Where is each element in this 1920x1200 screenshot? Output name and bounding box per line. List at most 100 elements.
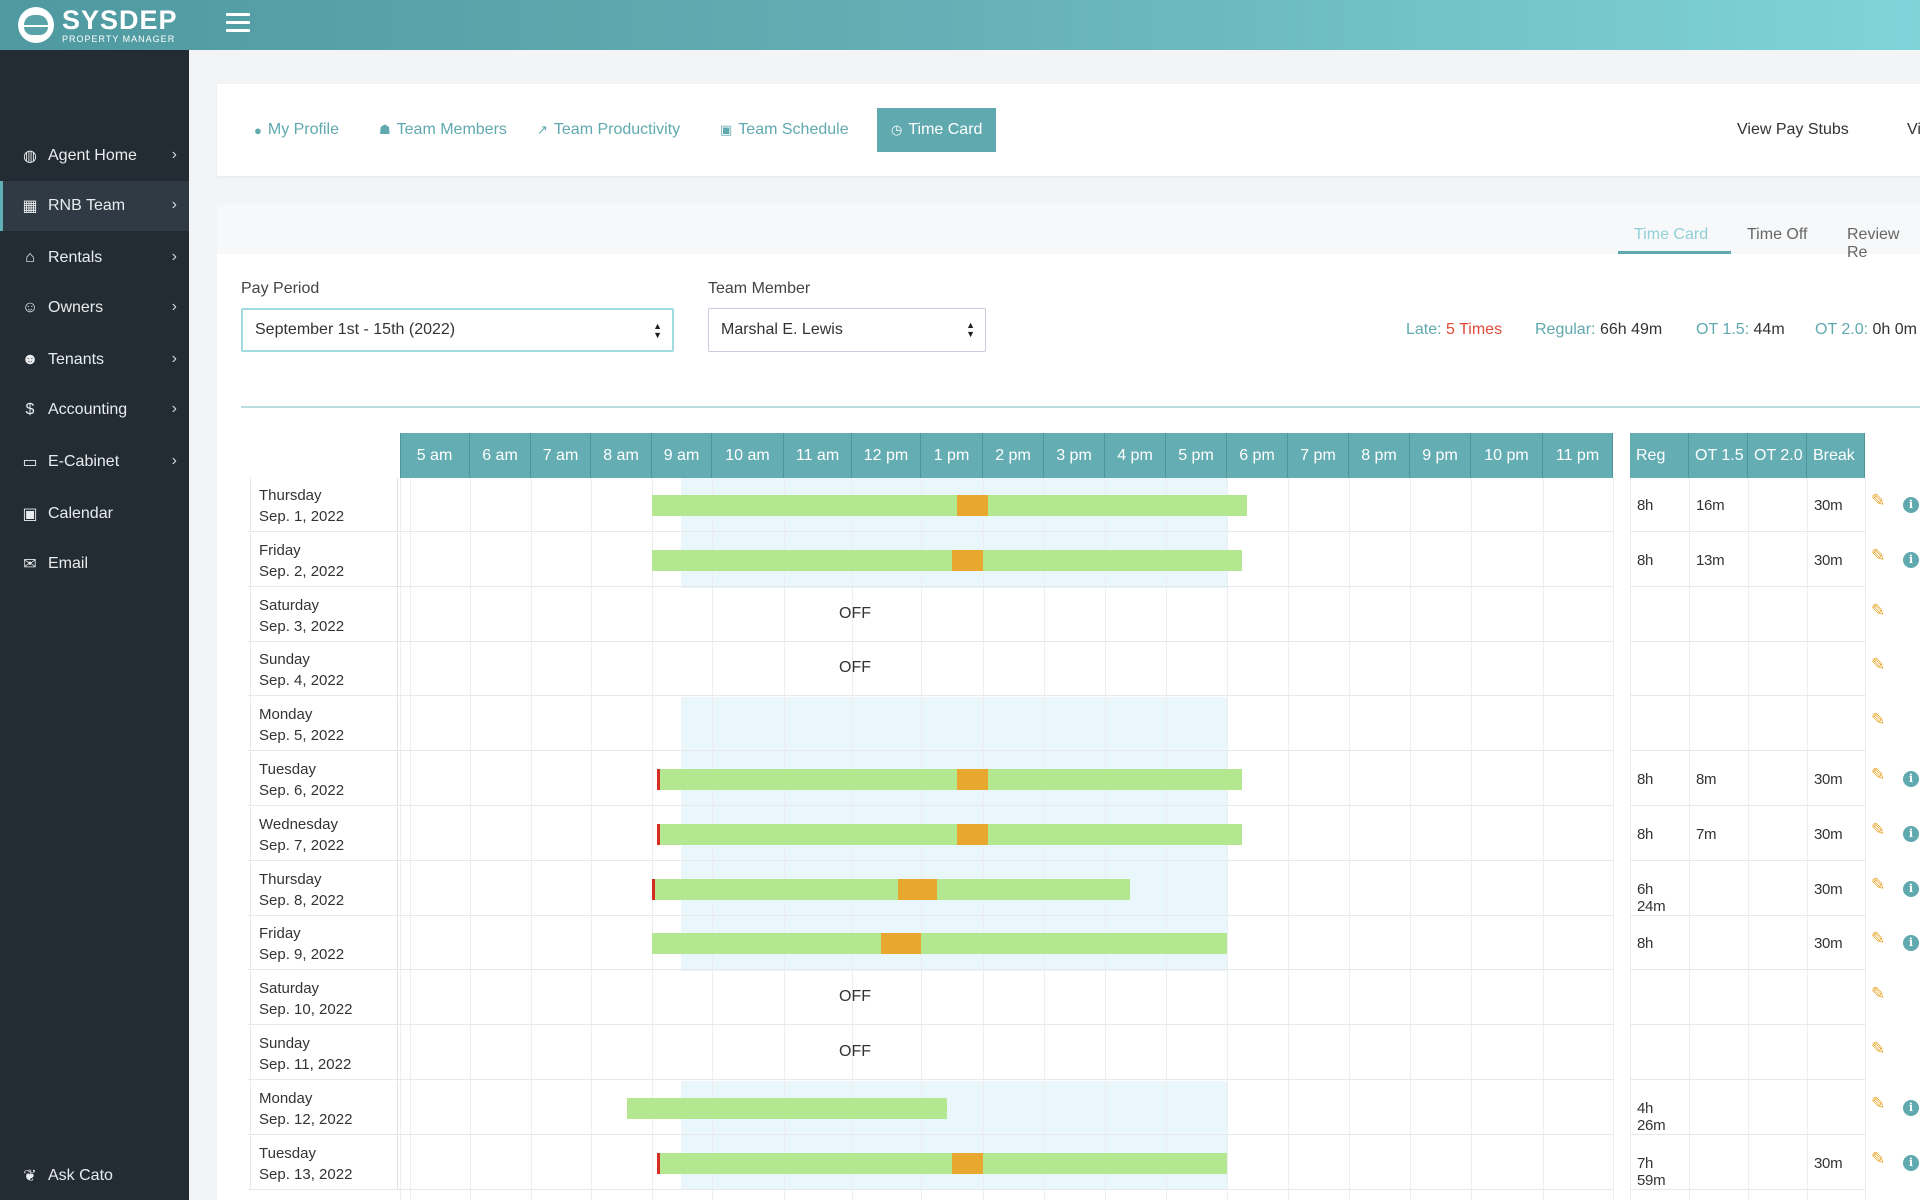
- break-time-bar[interactable]: [957, 495, 989, 516]
- break-time-bar[interactable]: [952, 549, 983, 571]
- tab-team-schedule[interactable]: ▣ Team Schedule: [706, 108, 863, 152]
- table-row: [248, 697, 1613, 752]
- edit-pencil-icon[interactable]: ✎: [1871, 766, 1889, 784]
- sidebar-item-rentals[interactable]: ⌂ Rentals ›: [0, 233, 189, 283]
- hour-header: 7 am: [531, 433, 591, 478]
- break-time-bar[interactable]: [898, 878, 937, 900]
- sidebar-item-ask-cato[interactable]: ❦ Ask Cato: [0, 1151, 189, 1200]
- sidebar-item-accounting[interactable]: $ Accounting ›: [0, 385, 189, 435]
- late-marker: [652, 878, 655, 900]
- sidebar-item-rnb-team[interactable]: ▦ RNB Team ›: [0, 181, 189, 231]
- info-icon[interactable]: i: [1903, 880, 1919, 897]
- day-date: Sep. 4, 2022: [259, 672, 345, 690]
- day-cell: Tuesday Sep. 6, 2022: [250, 752, 398, 806]
- break-time-bar[interactable]: [952, 1152, 983, 1174]
- tab-label: Time Card: [908, 121, 983, 138]
- regular-stat: Regular: 66h 49m: [1535, 321, 1662, 339]
- tab-my-profile[interactable]: ● My Profile: [240, 108, 353, 152]
- hour-header: 10 am: [712, 433, 784, 478]
- hour-header: 2 pm: [983, 433, 1044, 478]
- truncated-tab-link[interactable]: Vi: [1907, 108, 1920, 152]
- sidebar-item-calendar[interactable]: ▣ Calendar: [0, 489, 189, 539]
- day-cell: Thursday Sep. 1, 2022: [250, 478, 398, 532]
- break-time-bar[interactable]: [957, 769, 989, 790]
- worked-time-bar[interactable]: [652, 878, 1131, 900]
- subtab-review[interactable]: Review Re: [1847, 226, 1920, 262]
- day-name: Friday: [259, 925, 301, 943]
- brand-name: SYSDEP: [62, 4, 178, 35]
- tab-label: Team Productivity: [553, 121, 681, 138]
- day-cell: Friday Sep. 2, 2022: [250, 532, 398, 587]
- worked-time-bar[interactable]: [657, 1152, 1227, 1174]
- day-cell: Wednesday Sep. 7, 2022: [250, 806, 398, 861]
- pay-period-select[interactable]: September 1st - 15th (2022) ▲ ▼: [241, 308, 674, 352]
- info-icon[interactable]: i: [1903, 551, 1919, 568]
- worked-time-bar[interactable]: [652, 495, 1248, 516]
- home-icon: ⌂: [25, 249, 35, 266]
- summary-brk: 30m: [1814, 935, 1843, 953]
- day-name: Sunday: [259, 1035, 310, 1052]
- info-icon[interactable]: i: [1903, 1099, 1919, 1116]
- edit-pencil-icon[interactable]: ✎: [1871, 1040, 1889, 1058]
- edit-pencil-icon[interactable]: ✎: [1871, 601, 1889, 620]
- info-icon[interactable]: i: [1903, 497, 1919, 513]
- edit-pencil-icon[interactable]: ✎: [1871, 875, 1889, 894]
- summary-brk: 30m: [1814, 551, 1843, 569]
- day-date: Sep. 6, 2022: [259, 782, 345, 799]
- subtab-time-off[interactable]: Time Off: [1747, 226, 1807, 244]
- edit-pencil-icon[interactable]: ✎: [1871, 1094, 1889, 1113]
- tab-time-card[interactable]: ◷ Time Card: [877, 108, 997, 152]
- sidebar-item-email[interactable]: ✉ Email: [0, 539, 189, 589]
- hour-header: 5 am: [400, 433, 470, 478]
- sidebar-item-label: Accounting: [48, 401, 128, 418]
- edit-pencil-icon[interactable]: ✎: [1871, 492, 1889, 510]
- sidebar-item-tenants[interactable]: ☻ Tenants ›: [0, 335, 189, 385]
- day-cell: Sunday Sep. 11, 2022: [250, 1026, 398, 1080]
- worked-time-bar[interactable]: [652, 549, 1243, 571]
- edit-pencil-icon[interactable]: ✎: [1871, 711, 1889, 729]
- subtab-time-card[interactable]: Time Card: [1634, 226, 1708, 244]
- worked-time-bar[interactable]: [657, 769, 1243, 790]
- day-name: Tuesday: [259, 1144, 316, 1162]
- info-icon[interactable]: i: [1903, 825, 1919, 842]
- sidebar-item-e-cabinet[interactable]: ▭ E-Cabinet ›: [0, 437, 189, 487]
- summary-reg: 8h: [1637, 825, 1654, 843]
- view-pay-stubs-link[interactable]: View Pay Stubs: [1737, 108, 1849, 152]
- worked-time-bar[interactable]: [652, 933, 1227, 955]
- edit-pencil-icon[interactable]: ✎: [1871, 546, 1889, 565]
- tab-team-members[interactable]: ☗ Team Members: [365, 108, 521, 152]
- ot15-stat-label: OT 1.5:: [1696, 321, 1750, 338]
- worked-time-bar[interactable]: [626, 1097, 947, 1119]
- sidebar-item-agent-home[interactable]: ◍ Agent Home ›: [0, 131, 189, 181]
- summary-row: [1630, 971, 1865, 1026]
- edit-pencil-icon[interactable]: ✎: [1871, 930, 1889, 948]
- day-cell: Friday Sep. 9, 2022: [250, 916, 398, 971]
- worked-time-bar[interactable]: [657, 823, 1243, 845]
- subtab-strip: Time Card Time Off Review Re: [217, 204, 1920, 261]
- break-time-bar[interactable]: [957, 823, 989, 845]
- table-row: [248, 588, 1613, 642]
- sidebar-item-owners[interactable]: ☺ Owners ›: [0, 283, 189, 333]
- info-icon[interactable]: i: [1903, 771, 1919, 787]
- edit-pencil-icon[interactable]: ✎: [1871, 985, 1889, 1003]
- tab-team-productivity[interactable]: ↗ Team Productivity: [523, 108, 694, 152]
- cat-icon: ❦: [23, 1168, 37, 1185]
- pay-period-label: Pay Period: [241, 280, 320, 297]
- edit-pencil-icon[interactable]: ✎: [1871, 820, 1889, 839]
- day-date: Sep. 11, 2022: [259, 1056, 352, 1073]
- app-logo[interactable]: SYSDEP PROPERTY MANAGER: [18, 6, 178, 44]
- edit-pencil-icon[interactable]: ✎: [1871, 656, 1889, 674]
- info-icon[interactable]: i: [1903, 1154, 1919, 1171]
- break-time-bar[interactable]: [880, 933, 921, 955]
- summary-brk: 30m: [1814, 771, 1843, 788]
- user-check-icon: ☺: [21, 299, 39, 316]
- summary-header: OT 1.5: [1689, 433, 1748, 478]
- late-stat: Late: 5 Times: [1406, 321, 1502, 339]
- chevron-right-icon: ›: [171, 452, 177, 469]
- team-member-select[interactable]: Marshal E. Lewis ▲ ▼: [708, 308, 986, 352]
- hamburger-menu-icon[interactable]: [226, 13, 250, 33]
- person-icon: ●: [254, 122, 262, 138]
- hour-header: 10 pm: [1471, 433, 1543, 478]
- edit-pencil-icon[interactable]: ✎: [1871, 1149, 1889, 1168]
- ot20-stat: OT 2.0: 0h 0m: [1815, 321, 1917, 339]
